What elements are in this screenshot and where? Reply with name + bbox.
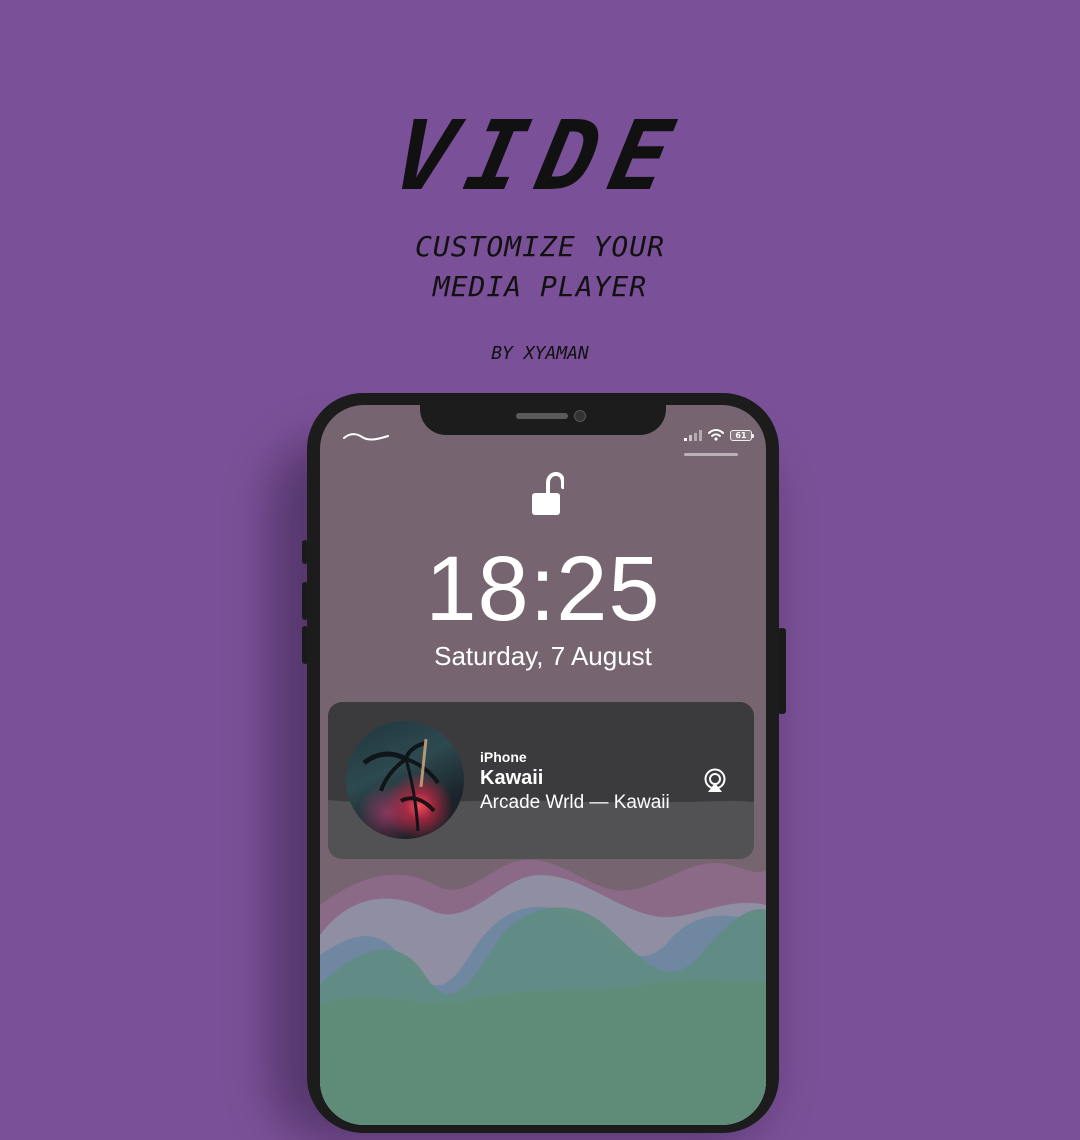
front-camera [574, 410, 586, 422]
phone-frame: 61 18:25 Saturday, 7 August iPhone Kawai… [307, 393, 779, 1133]
phone-side-button [778, 628, 786, 714]
promo-subtitle-line2: MEDIA PLAYER [432, 270, 648, 303]
promo-author: BY XYAMAN [491, 343, 589, 364]
airplay-icon[interactable] [702, 768, 728, 794]
wave-background [320, 859, 766, 1125]
track-info: iPhone Kawaii Arcade Wrld — Kawaii [480, 748, 670, 816]
notch [420, 405, 666, 435]
promo-title: VIDE [384, 100, 696, 212]
squiggle-icon [343, 433, 389, 441]
promo-subtitle-line1: CUSTOMIZE YOUR [414, 230, 665, 263]
media-player[interactable]: iPhone Kawaii Arcade Wrld — Kawaii [328, 702, 754, 859]
unlock-icon [532, 471, 564, 515]
control-center-indicator[interactable] [684, 453, 738, 456]
artist-line: Arcade Wrld — Kawaii [480, 792, 670, 813]
album-artwork[interactable] [346, 721, 464, 839]
phone-screen: 61 18:25 Saturday, 7 August iPhone Kawai… [320, 405, 766, 1125]
signal-icon [684, 429, 702, 441]
speaker-grille [516, 413, 568, 419]
battery-icon: 61 [730, 429, 754, 441]
output-device: iPhone [480, 749, 527, 765]
wifi-icon [708, 429, 724, 441]
battery-level: 61 [735, 430, 747, 440]
lockscreen-time: 18:25 [425, 538, 661, 640]
lockscreen-date: Saturday, 7 August [434, 641, 652, 671]
song-title: Kawaii [480, 767, 544, 789]
status-bar: 61 [684, 429, 754, 441]
